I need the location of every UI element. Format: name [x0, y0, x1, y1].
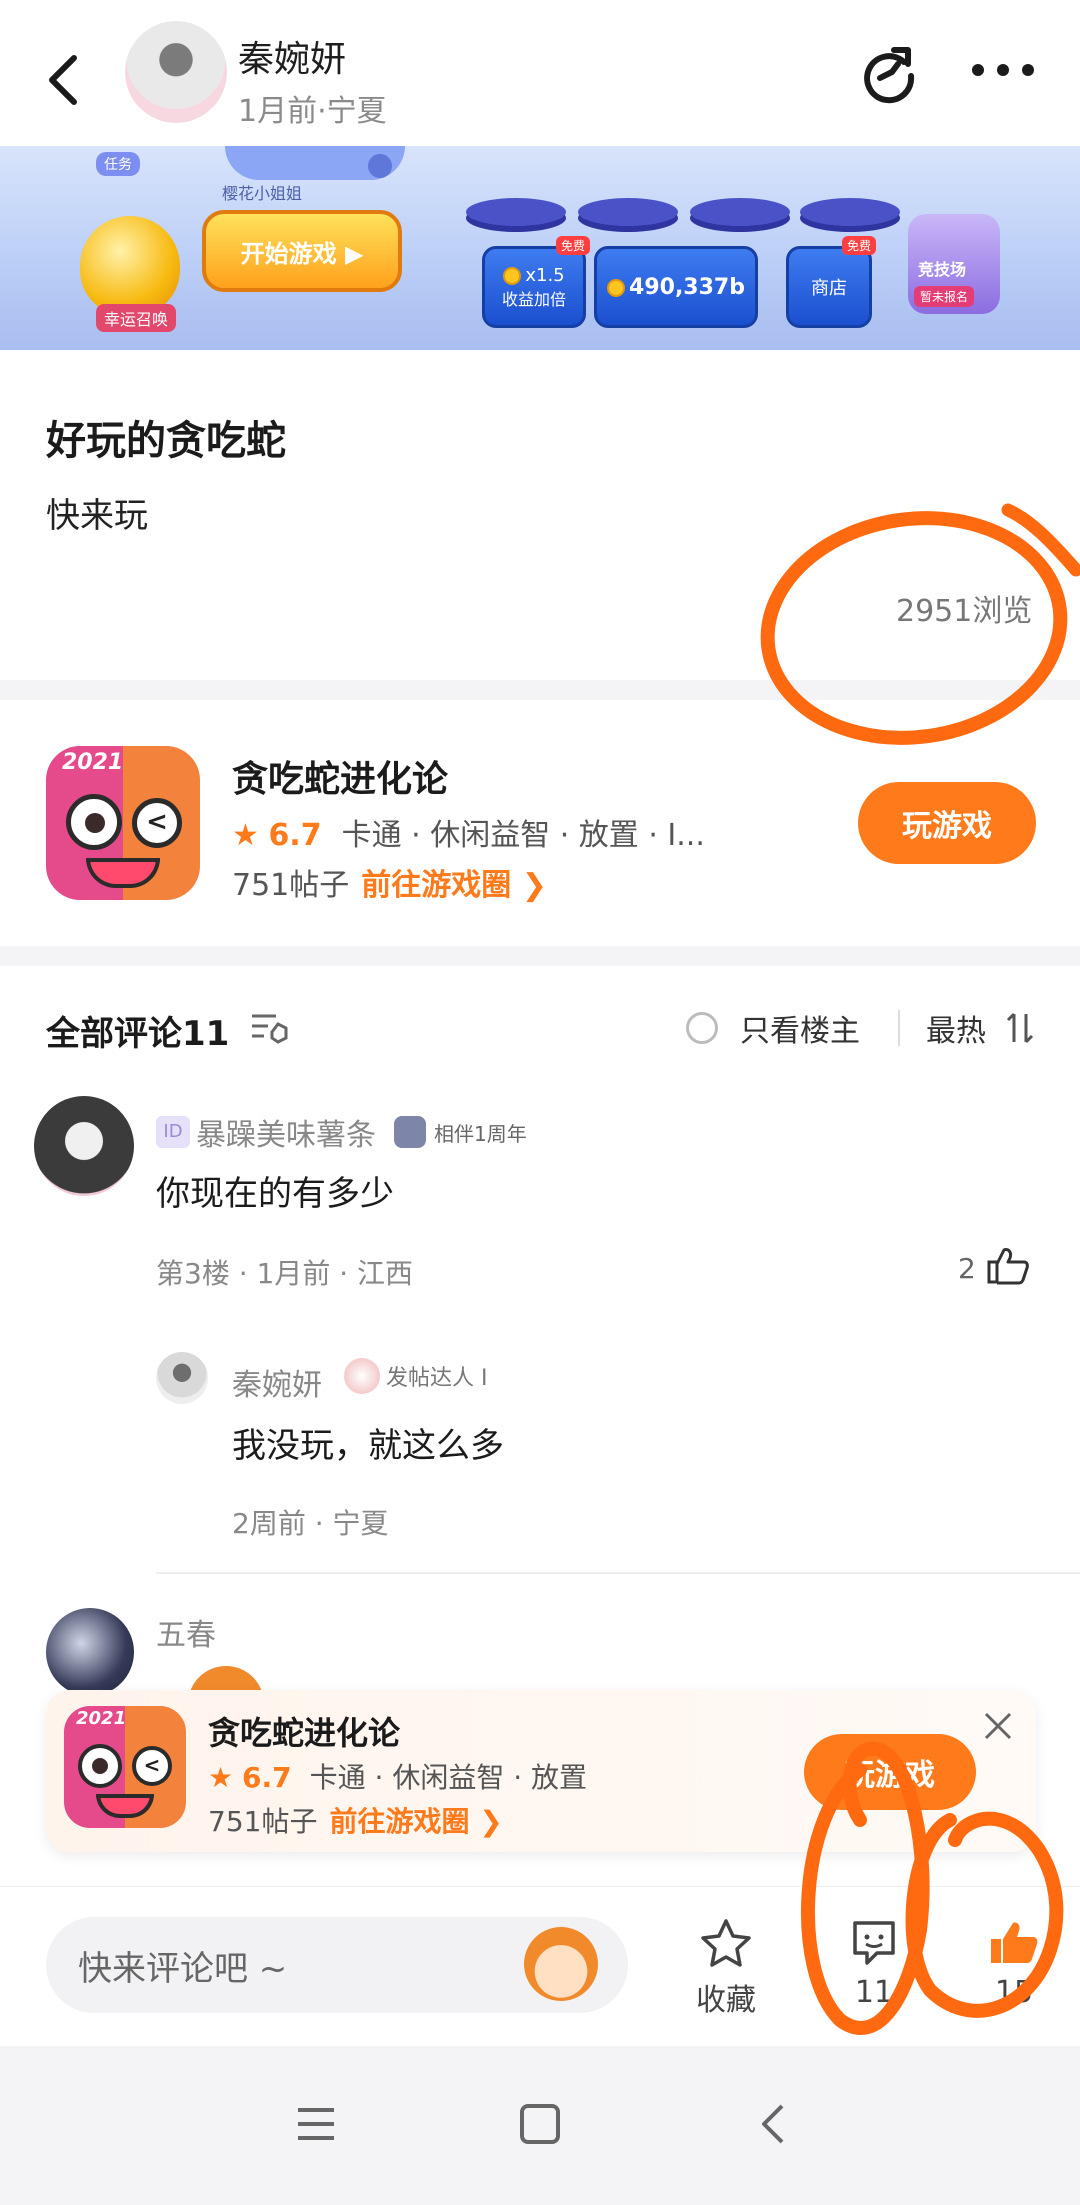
goto-game-circle-link[interactable]: 前往游戏圈 ❯ [361, 868, 547, 903]
author-meta: 1月前·宁夏 [238, 94, 387, 129]
reply-avatar[interactable] [156, 1352, 208, 1404]
menu-icon[interactable] [294, 2102, 338, 2150]
reply-meta: 2周前 · 宁夏 [232, 1507, 389, 1540]
only-host-radio[interactable] [686, 1012, 718, 1044]
game-tags: 卡通 · 休闲益智 · 放置 · I... [341, 818, 705, 853]
coins-tile: 490,337b [594, 246, 758, 328]
divider [898, 1010, 900, 1046]
annotation-scribble [801, 1741, 1064, 2035]
annotation-stroke [1001, 503, 1080, 577]
sort-hot-label[interactable]: 最热 [926, 1006, 986, 1050]
screen: 秦婉妍 1月前·宁夏 任务 樱花小姐姐 幸运召唤 开始游戏 ▶ x1.5 收益加… [0, 0, 1080, 2205]
commenter-name[interactable]: 五春 [156, 1610, 216, 1654]
back-icon[interactable] [40, 50, 90, 110]
commenter-name[interactable]: 暴躁美味薯条 [196, 1110, 376, 1154]
free-tag: 免费 [556, 236, 591, 255]
game-icon-eye: < [132, 1746, 172, 1786]
system-navigation-bar [0, 2046, 1080, 2205]
game-rating: 6.7 [242, 1761, 292, 1794]
game-icon-year: 2021 [62, 750, 124, 775]
refresh-icon [368, 154, 392, 178]
game-icon[interactable]: 2021 < [64, 1706, 186, 1828]
game-icon-mouth [86, 858, 160, 888]
game-meta: ★ 6.7 卡通 · 休闲益智 · 放置 [208, 1756, 587, 1796]
game-posts-row: 751帖子 前往游戏圈 ❯ [232, 860, 547, 904]
boost-label: 收益加倍 [501, 289, 566, 309]
lucky-label: 幸运召唤 [96, 304, 177, 332]
commenter-avatar[interactable] [34, 1096, 134, 1196]
lucky-egg-image [80, 216, 180, 316]
play-game-button[interactable]: 玩游戏 [858, 782, 1036, 864]
comment-text[interactable]: 你现在的有多少 [156, 1166, 394, 1215]
game-icon-eye [78, 1744, 122, 1788]
mascot-icon[interactable] [524, 1927, 598, 2001]
game-name[interactable]: 贪吃蛇进化论 [208, 1708, 400, 1754]
comment-meta: 第3楼 · 1月前 · 江西 [156, 1257, 414, 1290]
coins-value: 490,337b [629, 274, 745, 300]
game-screenshot-banner: 任务 樱花小姐姐 幸运召唤 开始游戏 ▶ x1.5 收益加倍 免费 490,33… [0, 146, 1080, 350]
arena-label: 竞技场 [918, 260, 967, 279]
home-icon[interactable] [518, 2102, 562, 2150]
like-icon[interactable] [986, 1246, 1030, 1286]
reply-badge-text: 发帖达人 I [386, 1366, 488, 1391]
start-game-button: 开始游戏 ▶ [202, 210, 402, 292]
shop-tile: 商店 [786, 246, 872, 328]
id-tag: ID [156, 1116, 190, 1148]
game-post-count: 751帖子 [232, 868, 350, 903]
task-label: 任务 [96, 152, 140, 176]
sort-icon[interactable] [250, 1010, 290, 1046]
post-title: 好玩的贪吃蛇 [46, 418, 286, 464]
badge-text: 相伴1周年 [434, 1121, 527, 1146]
badge-icon [344, 1358, 380, 1394]
boost-value: x1.5 [525, 264, 565, 286]
anniversary-badge: 相伴1周年 [394, 1116, 527, 1148]
game-icon-year: 2021 [76, 1708, 127, 1729]
pod-label: 樱花小姐姐 [222, 184, 303, 203]
reply-badge: 发帖达人 I [344, 1358, 487, 1394]
more-icon[interactable] [970, 55, 1036, 85]
shop-label: 商店 [811, 278, 847, 299]
game-posts-row: 751帖子 前往游戏圈 ❯ [208, 1800, 503, 1840]
commenter-name-row[interactable]: ID 暴躁美味薯条 相伴1周年 [156, 1110, 527, 1154]
star-icon: ★ [232, 818, 269, 853]
game-rating: 6.7 [268, 818, 322, 853]
author-avatar[interactable] [122, 18, 230, 126]
game-icon-mouth [96, 1794, 154, 1818]
top-header: 秦婉妍 1月前·宁夏 [0, 0, 1080, 146]
game-icon-eye: < [132, 798, 182, 848]
only-host-label[interactable]: 只看楼主 [740, 1006, 860, 1050]
author-name[interactable]: 秦婉妍 [238, 30, 346, 82]
sort-toggle-icon[interactable] [1004, 1010, 1036, 1046]
disc [466, 198, 566, 226]
game-meta: ★ 6.7 卡通 · 休闲益智 · 放置 · I... [232, 810, 705, 854]
star-icon: ★ [208, 1761, 243, 1794]
disc [578, 198, 678, 226]
comments-header: 全部评论11 [46, 1014, 230, 1054]
game-post-count: 751帖子 [208, 1805, 318, 1838]
game-icon[interactable]: 2021 < [46, 746, 200, 900]
nav-back-icon[interactable] [752, 2102, 796, 2150]
disc [800, 198, 900, 226]
boost-tile: x1.5 收益加倍 [482, 246, 586, 328]
favorite-button[interactable]: 收藏 [676, 1917, 776, 2019]
reply-text[interactable]: 我没玩，就这么多 [232, 1418, 504, 1467]
commenter-avatar[interactable] [46, 1608, 134, 1696]
free-tag: 免费 [842, 236, 877, 255]
game-icon-eye [66, 794, 122, 850]
game-name[interactable]: 贪吃蛇进化论 [232, 750, 448, 802]
arena-status: 暂未报名 [914, 286, 975, 307]
divider [156, 1572, 1080, 1574]
share-icon[interactable] [858, 42, 920, 104]
reply-user[interactable]: 秦婉妍 [232, 1360, 322, 1404]
comment-like-count: 2 [958, 1252, 976, 1285]
goto-game-circle-link[interactable]: 前往游戏圈 ❯ [329, 1805, 502, 1838]
post-body: 快来玩 [46, 496, 148, 536]
star-icon [701, 1919, 751, 1967]
favorite-label: 收藏 [696, 1983, 756, 2018]
badge-icon [394, 1116, 426, 1148]
disc [690, 198, 790, 226]
game-tags: 卡通 · 休闲益智 · 放置 [309, 1761, 588, 1794]
